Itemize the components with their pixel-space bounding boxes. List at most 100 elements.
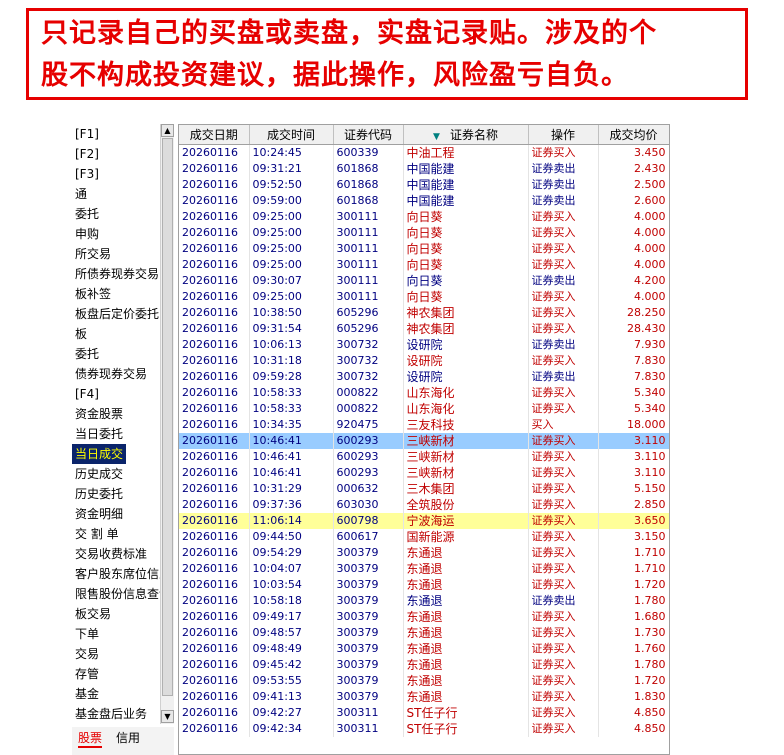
table-row[interactable]: 20260116 10:46:41 600293 三峡新材 证券买入 3.110 [179, 465, 669, 481]
cell-code: 300311 [333, 705, 404, 721]
table-row[interactable]: 20260116 10:46:41 600293 三峡新材 证券买入 3.110 [179, 449, 669, 465]
sidebar-item[interactable]: 所交易 [72, 244, 160, 264]
sidebar-item[interactable]: 基金盘后业务 [72, 704, 160, 724]
table-row[interactable]: 20260116 09:41:13 300379 东通退 证券买入 1.830 [179, 689, 669, 705]
table-row[interactable]: 20260116 09:49:17 300379 东通退 证券买入 1.680 [179, 609, 669, 625]
sidebar-item[interactable]: 板 [72, 324, 160, 344]
col-header-name[interactable]: ▼ 证券名称 [403, 125, 529, 145]
table-row[interactable]: 20260116 11:06:14 600798 宁波海运 证券买入 3.650 [179, 513, 669, 529]
table-row[interactable]: 20260116 10:31:29 000632 三木集团 证券买入 5.150 [179, 481, 669, 497]
cell-time: 10:06:13 [249, 337, 334, 353]
table-row[interactable]: 20260116 09:42:27 300311 ST任子行 证券买入 4.850 [179, 705, 669, 721]
sidebar-item[interactable]: 债券现券交易 [72, 364, 160, 384]
cell-time: 10:46:41 [249, 449, 334, 465]
table-row[interactable]: 20260116 10:58:33 000822 山东海化 证券买入 5.340 [179, 385, 669, 401]
sidebar-item[interactable]: [F3] [72, 164, 160, 184]
col-header-time[interactable]: 成交时间 [249, 125, 334, 145]
table-row[interactable]: 20260116 10:46:41 600293 三峡新材 证券买入 3.110 [179, 433, 669, 449]
cell-code: 300379 [333, 593, 404, 609]
cell-date: 20260116 [179, 625, 250, 641]
cell-op: 证券买入 [528, 209, 599, 225]
sidebar-item[interactable]: 交易 [72, 644, 160, 664]
cell-code: 300111 [333, 257, 404, 273]
table-row[interactable]: 20260116 09:42:34 300311 ST任子行 证券买入 4.850 [179, 721, 669, 737]
table-row[interactable]: 20260116 09:30:07 300111 向日葵 证券卖出 4.200 [179, 273, 669, 289]
table-row[interactable]: 20260116 09:25:00 300111 向日葵 证券买入 4.000 [179, 209, 669, 225]
sidebar-item-label: 客户股东席位信息 [75, 567, 172, 581]
sidebar-item[interactable]: 委托 [72, 344, 160, 364]
table-row[interactable]: 20260116 09:25:00 300111 向日葵 证券买入 4.000 [179, 257, 669, 273]
sidebar-item[interactable]: 历史委托 [72, 484, 160, 504]
sidebar-item[interactable]: 委托 [72, 204, 160, 224]
sidebar-item[interactable]: 通 [72, 184, 160, 204]
table-row[interactable]: 20260116 09:53:55 300379 东通退 证券买入 1.720 [179, 673, 669, 689]
sidebar-item[interactable]: 板补签 [72, 284, 160, 304]
table-row[interactable]: 20260116 09:48:57 300379 东通退 证券买入 1.730 [179, 625, 669, 641]
sidebar-item[interactable]: [F4] [72, 384, 160, 404]
col-header-price[interactable]: 成交均价 [598, 125, 669, 145]
cell-time: 09:30:07 [249, 273, 334, 289]
sidebar-item[interactable]: 当日成交 [72, 444, 160, 464]
cell-date: 20260116 [179, 369, 250, 385]
cell-time: 10:58:18 [249, 593, 334, 609]
table-row[interactable]: 20260116 10:58:18 300379 东通退 证券卖出 1.780 [179, 593, 669, 609]
table-row[interactable]: 20260116 09:59:00 601868 中国能建 证券卖出 2.600 [179, 193, 669, 209]
sidebar-item[interactable]: 板盘后定价委托 [72, 304, 160, 324]
sidebar-item[interactable]: 下单 [72, 624, 160, 644]
col-header-operation[interactable]: 操作 [528, 125, 599, 145]
tab-stock[interactable]: 股票 [78, 729, 103, 748]
cell-name: 中国能建 [403, 177, 529, 193]
cell-date: 20260116 [179, 609, 250, 625]
table-row[interactable]: 20260116 10:38:50 605296 神农集团 证券买入 28.250 [179, 305, 669, 321]
sidebar-item[interactable]: 限售股份信息查询 [72, 584, 171, 604]
table-row[interactable]: 20260116 10:31:18 300732 设研院 证券买入 7.830 [179, 353, 669, 369]
table-row[interactable]: 20260116 10:04:07 300379 东通退 证券买入 1.710 [179, 561, 669, 577]
cell-price: 1.780 [598, 593, 669, 609]
tab-credit[interactable]: 信用 [116, 729, 140, 746]
col-header-date[interactable]: 成交日期 [179, 125, 250, 145]
sidebar-item[interactable]: 客户股东席位信息 [72, 564, 171, 584]
scroll-down-arrow-icon[interactable]: ▼ [161, 710, 174, 723]
cell-price: 28.250 [598, 305, 669, 321]
table-row[interactable]: 20260116 10:03:54 300379 东通退 证券买入 1.720 [179, 577, 669, 593]
table-row[interactable]: 20260116 09:31:54 605296 神农集团 证券买入 28.430 [179, 321, 669, 337]
sidebar-item[interactable]: [F2] [72, 144, 160, 164]
table-row[interactable]: 20260116 09:45:42 300379 东通退 证券买入 1.780 [179, 657, 669, 673]
sidebar-item[interactable]: 所债券现券交易 [72, 264, 160, 284]
scroll-thumb[interactable] [162, 138, 173, 696]
sidebar-item[interactable]: 申购 [72, 224, 160, 244]
disclaimer-banner: 只记录自己的买盘或卖盘，实盘记录贴。涉及的个 股不构成投资建议，据此操作，风险盈… [26, 8, 748, 100]
sidebar-item[interactable]: [F1] [72, 124, 160, 144]
table-row[interactable]: 20260116 09:52:50 601868 中国能建 证券卖出 2.500 [179, 177, 669, 193]
table-row[interactable]: 20260116 10:24:45 600339 中油工程 证券买入 3.450 [179, 144, 669, 161]
table-row[interactable]: 20260116 09:48:49 300379 东通退 证券买入 1.760 [179, 641, 669, 657]
sidebar-item[interactable]: 存管 [72, 664, 160, 684]
table-row[interactable]: 20260116 10:06:13 300732 设研院 证券卖出 7.930 [179, 337, 669, 353]
sidebar-item[interactable]: 板交易 [72, 604, 160, 624]
sidebar-item[interactable]: 资金明细 [72, 504, 160, 524]
table-row[interactable]: 20260116 10:34:35 920475 三友科技 买入 18.000 [179, 417, 669, 433]
sidebar-item[interactable]: 交 割 单 [72, 524, 160, 544]
sidebar-item-label: 当日成交 [72, 444, 127, 464]
cell-time: 10:58:33 [249, 401, 334, 417]
sidebar-scrollbar[interactable]: ▲ ▼ [160, 124, 174, 724]
sidebar-item[interactable]: 基金 [72, 684, 160, 704]
table-row[interactable]: 20260116 09:44:50 600617 国新能源 证券买入 3.150 [179, 529, 669, 545]
sidebar-item-label: 基金 [75, 687, 100, 701]
table-row[interactable]: 20260116 10:58:33 000822 山东海化 证券买入 5.340 [179, 401, 669, 417]
table-row[interactable]: 20260116 09:25:00 300111 向日葵 证券买入 4.000 [179, 225, 669, 241]
scroll-up-arrow-icon[interactable]: ▲ [161, 124, 174, 137]
table-row[interactable]: 20260116 09:59:28 300732 设研院 证券卖出 7.830 [179, 369, 669, 385]
table-row[interactable]: 20260116 09:54:29 300379 东通退 证券买入 1.710 [179, 545, 669, 561]
sidebar-item[interactable]: 历史成交 [72, 464, 160, 484]
col-header-code[interactable]: 证券代码 [333, 125, 404, 145]
table-row[interactable]: 20260116 09:25:00 300111 向日葵 证券买入 4.000 [179, 289, 669, 305]
table-row[interactable]: 20260116 09:25:00 300111 向日葵 证券买入 4.000 [179, 241, 669, 257]
sidebar-item[interactable]: 资金股票 [72, 404, 160, 424]
table-row[interactable]: 20260116 09:37:36 603030 全筑股份 证券买入 2.850 [179, 497, 669, 513]
sidebar-item[interactable]: 交易收费标准 [72, 544, 160, 564]
cell-date: 20260116 [179, 481, 250, 497]
sidebar-item-label: 存管 [75, 667, 100, 681]
table-row[interactable]: 20260116 09:31:21 601868 中国能建 证券卖出 2.430 [179, 161, 669, 177]
sidebar-item[interactable]: 当日委托 [72, 424, 160, 444]
